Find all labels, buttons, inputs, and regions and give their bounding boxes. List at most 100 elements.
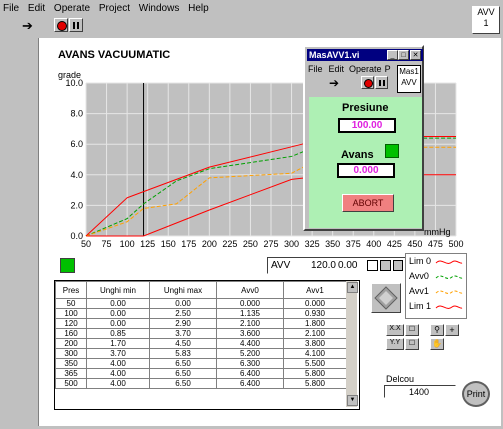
popup-panel: Presiune 100.00 Avans 0.000 ABORT [309,97,422,228]
table-cell[interactable]: 4.00 [86,358,150,369]
table-cell[interactable]: 5.800 [283,378,347,389]
table-cell[interactable]: 4.00 [86,368,150,379]
popup-menu-file[interactable]: File [308,64,323,74]
table-cell[interactable]: 5.800 [283,368,347,379]
table-cell[interactable]: 0.000 [216,298,284,309]
abort-icon[interactable] [54,18,68,32]
table-cell[interactable]: 1.135 [216,308,284,319]
table-cell[interactable]: 6.400 [216,368,284,379]
table-cell[interactable]: 2.100 [216,318,284,329]
table-cell[interactable]: 0.00 [149,298,217,309]
popup-menu-more[interactable]: P [385,64,391,74]
table-row: 100 0.00 2.50 1.135 0.930 [55,308,347,319]
table-cell[interactable]: 4.100 [283,348,347,359]
delcou-label: Delcou [386,374,415,384]
scroll-up-icon[interactable]: ▲ [347,282,358,293]
table-cell[interactable]: 2.100 [283,328,347,339]
table-cell[interactable]: 160 [55,328,87,339]
table-cell[interactable]: 350 [55,358,87,369]
menu-edit[interactable]: Edit [25,0,48,14]
menu-project[interactable]: Project [96,0,133,14]
print-button[interactable]: Print [462,381,490,407]
table-cell[interactable]: 2.50 [149,308,217,319]
x-scale-format-button[interactable]: X.X [386,324,404,336]
delcou-field[interactable]: 1400 [384,385,456,398]
table-cell[interactable]: 6.50 [149,368,217,379]
table-cell[interactable]: 5.500 [283,358,347,369]
table-cell[interactable]: 1.800 [283,318,347,329]
y-autoscale-button[interactable]: ☐ [405,338,419,350]
table-cell[interactable]: 100 [55,308,87,319]
run-arrow-icon[interactable]: ➔ [22,19,33,32]
table-cell[interactable]: 4.00 [86,378,150,389]
cursor-cross-icon[interactable]: + [445,324,459,336]
x-tick-label: 475 [428,239,443,249]
table-cell[interactable]: 4.50 [149,338,217,349]
minimize-icon[interactable]: _ [387,50,398,60]
cursor-lock-icon[interactable] [393,260,403,271]
popup-menu-operate[interactable]: Operate [349,64,382,74]
cursor-move-icon[interactable] [380,260,391,271]
table-cell[interactable]: 2.90 [149,318,217,329]
zoom-icon[interactable]: ⚲ [430,324,444,336]
popup-menu-edit[interactable]: Edit [329,64,345,74]
table-cell[interactable]: 6.400 [216,378,284,389]
table-cell[interactable]: 120 [55,318,87,329]
table-cell[interactable]: 0.00 [86,318,150,329]
menu-help[interactable]: Help [185,0,212,14]
table-cell[interactable]: 6.300 [216,358,284,369]
table-cell[interactable]: 0.00 [86,308,150,319]
table-cell[interactable]: 5.200 [216,348,284,359]
scroll-down-icon[interactable]: ▼ [347,395,358,406]
cursor-toggle-led[interactable] [60,258,75,273]
menu-operate[interactable]: Operate [51,0,93,14]
table-cell[interactable]: 1.70 [86,338,150,349]
y-tick-label: 8.0 [70,109,83,119]
cursor-name[interactable]: AVV [271,260,290,271]
pan-hand-icon[interactable]: ✋ [430,338,444,350]
table-cell[interactable]: 300 [55,348,87,359]
y-scale-format-button[interactable]: Y.Y [386,338,404,350]
table-cell[interactable]: 0.00 [86,298,150,309]
x-autoscale-button[interactable]: ☐ [405,324,419,336]
table-cell[interactable]: 365 [55,368,87,379]
maximize-icon[interactable]: □ [398,50,409,60]
table-cell[interactable]: 3.800 [283,338,347,349]
pan-navigator-icon[interactable] [371,283,401,313]
cursor-y-value[interactable]: 0.00 [338,260,357,271]
table-cell[interactable]: 6.50 [149,378,217,389]
table-scrollbar[interactable]: ▲ ▼ [346,281,358,407]
table-cell[interactable]: 0.000 [283,298,347,309]
table-cell[interactable]: 3.600 [216,328,284,339]
popup-vi-icon: Mas1 AVV [397,65,421,93]
popup-abort-icon[interactable] [361,76,374,89]
abort-button[interactable]: ABORT [342,194,394,212]
legend-item-avv1: Avv1 [409,286,429,296]
table-cell[interactable]: 5.83 [149,348,217,359]
cursor-x-value[interactable]: 120.0 [308,260,336,271]
table-cell[interactable]: 3.70 [86,348,150,359]
table-cell[interactable]: 3.70 [149,328,217,339]
x-tick-label: 325 [305,239,320,249]
table-cell[interactable]: 6.50 [149,358,217,369]
table-cell[interactable]: 4.400 [216,338,284,349]
x-tick-label: 250 [243,239,258,249]
avans-led [385,144,399,158]
y-tick-label: 2.0 [70,200,83,210]
menu-file[interactable]: File [0,0,22,14]
popup-run-arrow-icon[interactable]: ➔ [329,77,339,89]
close-icon[interactable]: ✕ [410,50,421,60]
cursor-style-icon[interactable] [367,260,378,271]
table-cell[interactable]: 0.930 [283,308,347,319]
menu-windows[interactable]: Windows [136,0,183,14]
x-tick-label: 450 [407,239,422,249]
x-tick-label: 400 [366,239,381,249]
table-cell[interactable]: 500 [55,378,87,389]
pause-icon[interactable] [69,18,83,32]
popup-pause-icon[interactable] [375,76,388,89]
table-cell[interactable]: 0.85 [86,328,150,339]
x-tick-label: 275 [263,239,278,249]
presiune-field[interactable]: 100.00 [338,118,396,133]
table-cell[interactable]: 200 [55,338,87,349]
table-cell[interactable]: 50 [55,298,87,309]
